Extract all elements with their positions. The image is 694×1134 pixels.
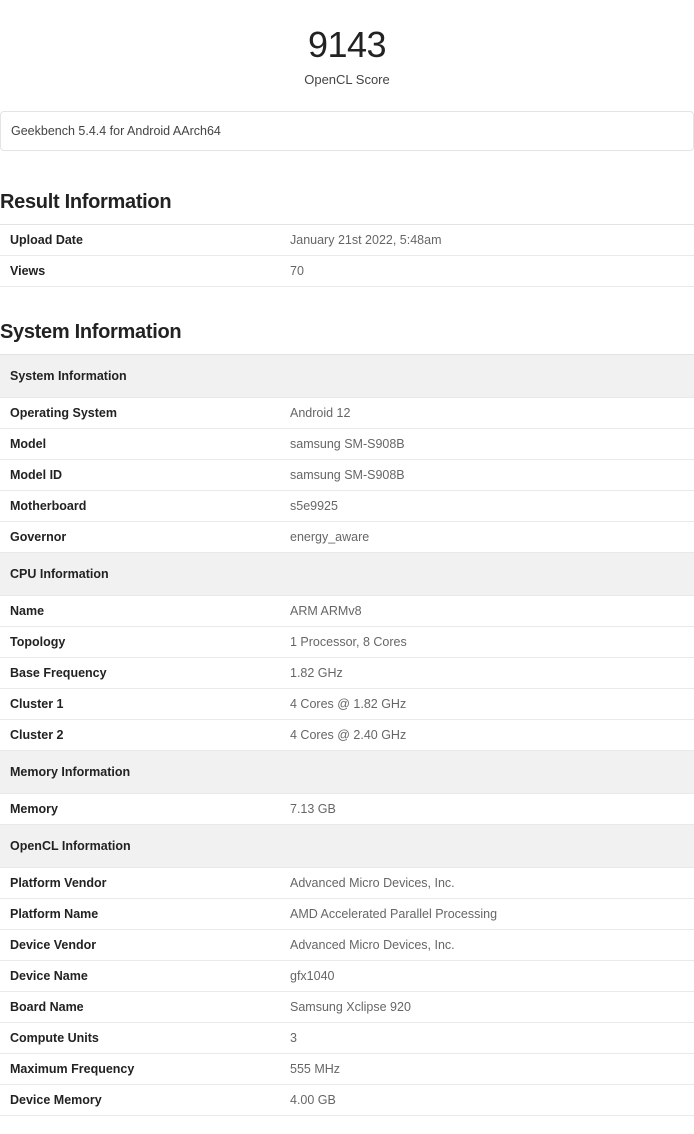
row-value: ARM ARMv8 (280, 596, 694, 627)
row-label: Memory (0, 794, 280, 825)
table-row: Platform VendorAdvanced Micro Devices, I… (0, 868, 694, 899)
row-label: Maximum Frequency (0, 1054, 280, 1085)
row-label: Device Memory (0, 1085, 280, 1116)
table-row: Device Memory4.00 GB (0, 1085, 694, 1116)
table-row: Compute Units3 (0, 1023, 694, 1054)
table-row: Views70 (0, 256, 694, 287)
version-card: Geekbench 5.4.4 for Android AArch64 (0, 111, 694, 151)
row-value: Advanced Micro Devices, Inc. (280, 868, 694, 899)
row-label: Motherboard (0, 491, 280, 522)
row-value: AMD Accelerated Parallel Processing (280, 899, 694, 930)
row-value: energy_aware (280, 522, 694, 553)
table-row: NameARM ARMv8 (0, 596, 694, 627)
subheader-label: System Information (0, 355, 694, 398)
table-subheader: System Information (0, 355, 694, 398)
row-value: Samsung Xclipse 920 (280, 992, 694, 1023)
row-label: Model (0, 429, 280, 460)
subheader-label: OpenCL Information (0, 825, 694, 868)
row-label: Board Name (0, 992, 280, 1023)
row-label: Base Frequency (0, 658, 280, 689)
result-info-heading: Result Information (0, 175, 694, 224)
row-label: Governor (0, 522, 280, 553)
table-row: Modelsamsung SM-S908B (0, 429, 694, 460)
table-row: Device VendorAdvanced Micro Devices, Inc… (0, 930, 694, 961)
row-label: Model ID (0, 460, 280, 491)
row-value: gfx1040 (280, 961, 694, 992)
row-label: Upload Date (0, 225, 280, 256)
row-value: samsung SM-S908B (280, 460, 694, 491)
score-label: OpenCL Score (0, 72, 694, 87)
table-row: Upload DateJanuary 21st 2022, 5:48am (0, 225, 694, 256)
score-block: 9143 OpenCL Score (0, 0, 694, 101)
table-row: Cluster 14 Cores @ 1.82 GHz (0, 689, 694, 720)
table-row: Model IDsamsung SM-S908B (0, 460, 694, 491)
row-value: 4.00 GB (280, 1085, 694, 1116)
row-value: 1 Processor, 8 Cores (280, 627, 694, 658)
row-label: Name (0, 596, 280, 627)
table-row: Motherboards5e9925 (0, 491, 694, 522)
subheader-label: Memory Information (0, 751, 694, 794)
table-row: Base Frequency1.82 GHz (0, 658, 694, 689)
system-info-table: System InformationOperating SystemAndroi… (0, 354, 694, 1116)
row-value: Android 12 (280, 398, 694, 429)
row-label: Operating System (0, 398, 280, 429)
row-value: January 21st 2022, 5:48am (280, 225, 694, 256)
table-row: Maximum Frequency555 MHz (0, 1054, 694, 1085)
table-row: Topology1 Processor, 8 Cores (0, 627, 694, 658)
table-row: Governorenergy_aware (0, 522, 694, 553)
score-value: 9143 (0, 24, 694, 66)
row-label: Platform Name (0, 899, 280, 930)
row-label: Device Vendor (0, 930, 280, 961)
table-subheader: OpenCL Information (0, 825, 694, 868)
table-row: Operating SystemAndroid 12 (0, 398, 694, 429)
row-label: Platform Vendor (0, 868, 280, 899)
table-row: Platform NameAMD Accelerated Parallel Pr… (0, 899, 694, 930)
row-value: 555 MHz (280, 1054, 694, 1085)
system-info-heading: System Information (0, 305, 694, 354)
row-label: Cluster 2 (0, 720, 280, 751)
row-label: Views (0, 256, 280, 287)
subheader-label: CPU Information (0, 553, 694, 596)
row-value: 4 Cores @ 2.40 GHz (280, 720, 694, 751)
row-value: 1.82 GHz (280, 658, 694, 689)
row-value: s5e9925 (280, 491, 694, 522)
row-label: Cluster 1 (0, 689, 280, 720)
table-row: Memory7.13 GB (0, 794, 694, 825)
row-value: 7.13 GB (280, 794, 694, 825)
table-subheader: Memory Information (0, 751, 694, 794)
row-value: samsung SM-S908B (280, 429, 694, 460)
version-text: Geekbench 5.4.4 for Android AArch64 (11, 124, 221, 138)
table-row: Board NameSamsung Xclipse 920 (0, 992, 694, 1023)
row-label: Topology (0, 627, 280, 658)
row-value: 70 (280, 256, 694, 287)
row-value: Advanced Micro Devices, Inc. (280, 930, 694, 961)
table-row: Device Namegfx1040 (0, 961, 694, 992)
table-subheader: CPU Information (0, 553, 694, 596)
row-label: Compute Units (0, 1023, 280, 1054)
result-info-table: Upload DateJanuary 21st 2022, 5:48amView… (0, 224, 694, 287)
row-label: Device Name (0, 961, 280, 992)
table-row: Cluster 24 Cores @ 2.40 GHz (0, 720, 694, 751)
row-value: 4 Cores @ 1.82 GHz (280, 689, 694, 720)
row-value: 3 (280, 1023, 694, 1054)
